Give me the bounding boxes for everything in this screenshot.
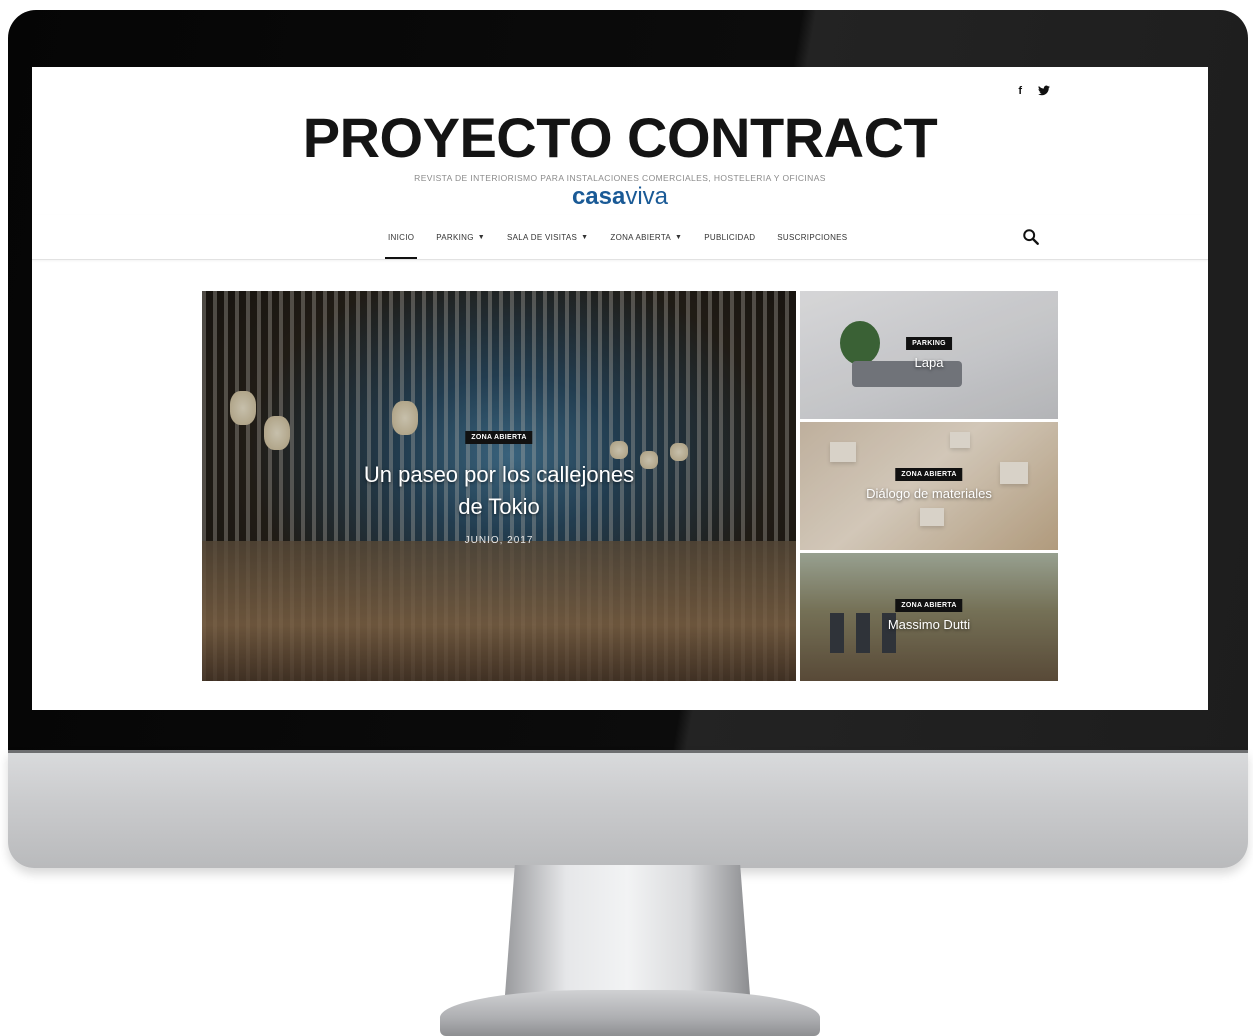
title-line: de Tokio <box>458 494 540 519</box>
nav-item-label: ZONA ABIERTA <box>610 232 672 242</box>
twitter-icon[interactable] <box>1038 85 1050 99</box>
nav-item-label: SUSCRIPCIONES <box>777 232 848 242</box>
featured-grid: ZONA ABIERTA Un paseo por los callejones… <box>202 291 1058 681</box>
post-date: JUNIO, 2017 <box>464 535 534 546</box>
chevron-down-icon: ▼ <box>675 233 683 241</box>
featured-side-title[interactable]: Massimo Dutti <box>800 617 1058 632</box>
featured-side-card[interactable]: PARKING Lapa <box>800 291 1058 419</box>
title-line: Un paseo por los callejones <box>363 462 635 487</box>
featured-main-card[interactable]: ZONA ABIERTA Un paseo por los callejones… <box>202 291 796 681</box>
social-links: f <box>1018 85 1050 99</box>
category-badge[interactable]: ZONA ABIERTA <box>895 468 963 481</box>
nav-item-zona-abierta[interactable]: ZONA ABIERTA ▼ <box>599 215 693 259</box>
search-icon[interactable] <box>1022 228 1040 246</box>
category-badge[interactable]: PARKING <box>906 337 952 350</box>
category-badge[interactable]: ZONA ABIERTA <box>895 599 963 612</box>
site-tagline: REVISTA DE INTERIORISMO PARA INSTALACION… <box>414 173 826 183</box>
casaviva-logo[interactable]: casaviva <box>32 183 1208 211</box>
featured-side-card[interactable]: ZONA ABIERTA Massimo Dutti <box>800 553 1058 681</box>
monitor-chin <box>8 750 1248 868</box>
main-navigation: INICIO PARKING ▼ SALA DE VISITAS ▼ ZONA … <box>32 215 1208 260</box>
monitor-stand-foot <box>440 990 820 1036</box>
chevron-down-icon: ▼ <box>477 233 485 241</box>
nav-item-label: PARKING <box>436 232 474 242</box>
nav-item-sala-de-visitas[interactable]: SALA DE VISITAS ▼ <box>496 215 599 259</box>
nav-item-parking[interactable]: PARKING ▼ <box>425 215 496 259</box>
featured-side-card[interactable]: ZONA ABIERTA Diálogo de materiales <box>800 422 1058 550</box>
monitor-stand-neck <box>505 865 750 995</box>
category-badge[interactable]: ZONA ABIERTA <box>465 431 533 444</box>
brand-part-casa: casa <box>571 183 626 210</box>
nav-item-label: INICIO <box>388 232 415 242</box>
nav-item-suscripciones[interactable]: SUSCRIPCIONES <box>766 215 858 259</box>
chevron-down-icon: ▼ <box>581 233 589 241</box>
facebook-icon[interactable]: f <box>1018 85 1022 99</box>
featured-side-title[interactable]: Diálogo de materiales <box>800 486 1058 501</box>
nav-item-inicio[interactable]: INICIO <box>377 215 425 259</box>
featured-main-title[interactable]: Un paseo por los callejones de Tokio <box>202 459 796 523</box>
nav-item-label: PUBLICIDAD <box>704 232 756 242</box>
featured-side-title[interactable]: Lapa <box>800 355 1058 370</box>
nav-item-publicidad[interactable]: PUBLICIDAD <box>693 215 766 259</box>
brand-part-viva: viva <box>625 183 669 210</box>
site-logo-title[interactable]: PROYECTO CONTRACT <box>32 105 1208 170</box>
browser-screen: f PROYECTO CONTRACT REVISTA DE INTERIORI… <box>32 67 1208 710</box>
nav-item-label: SALA DE VISITAS <box>507 232 578 242</box>
